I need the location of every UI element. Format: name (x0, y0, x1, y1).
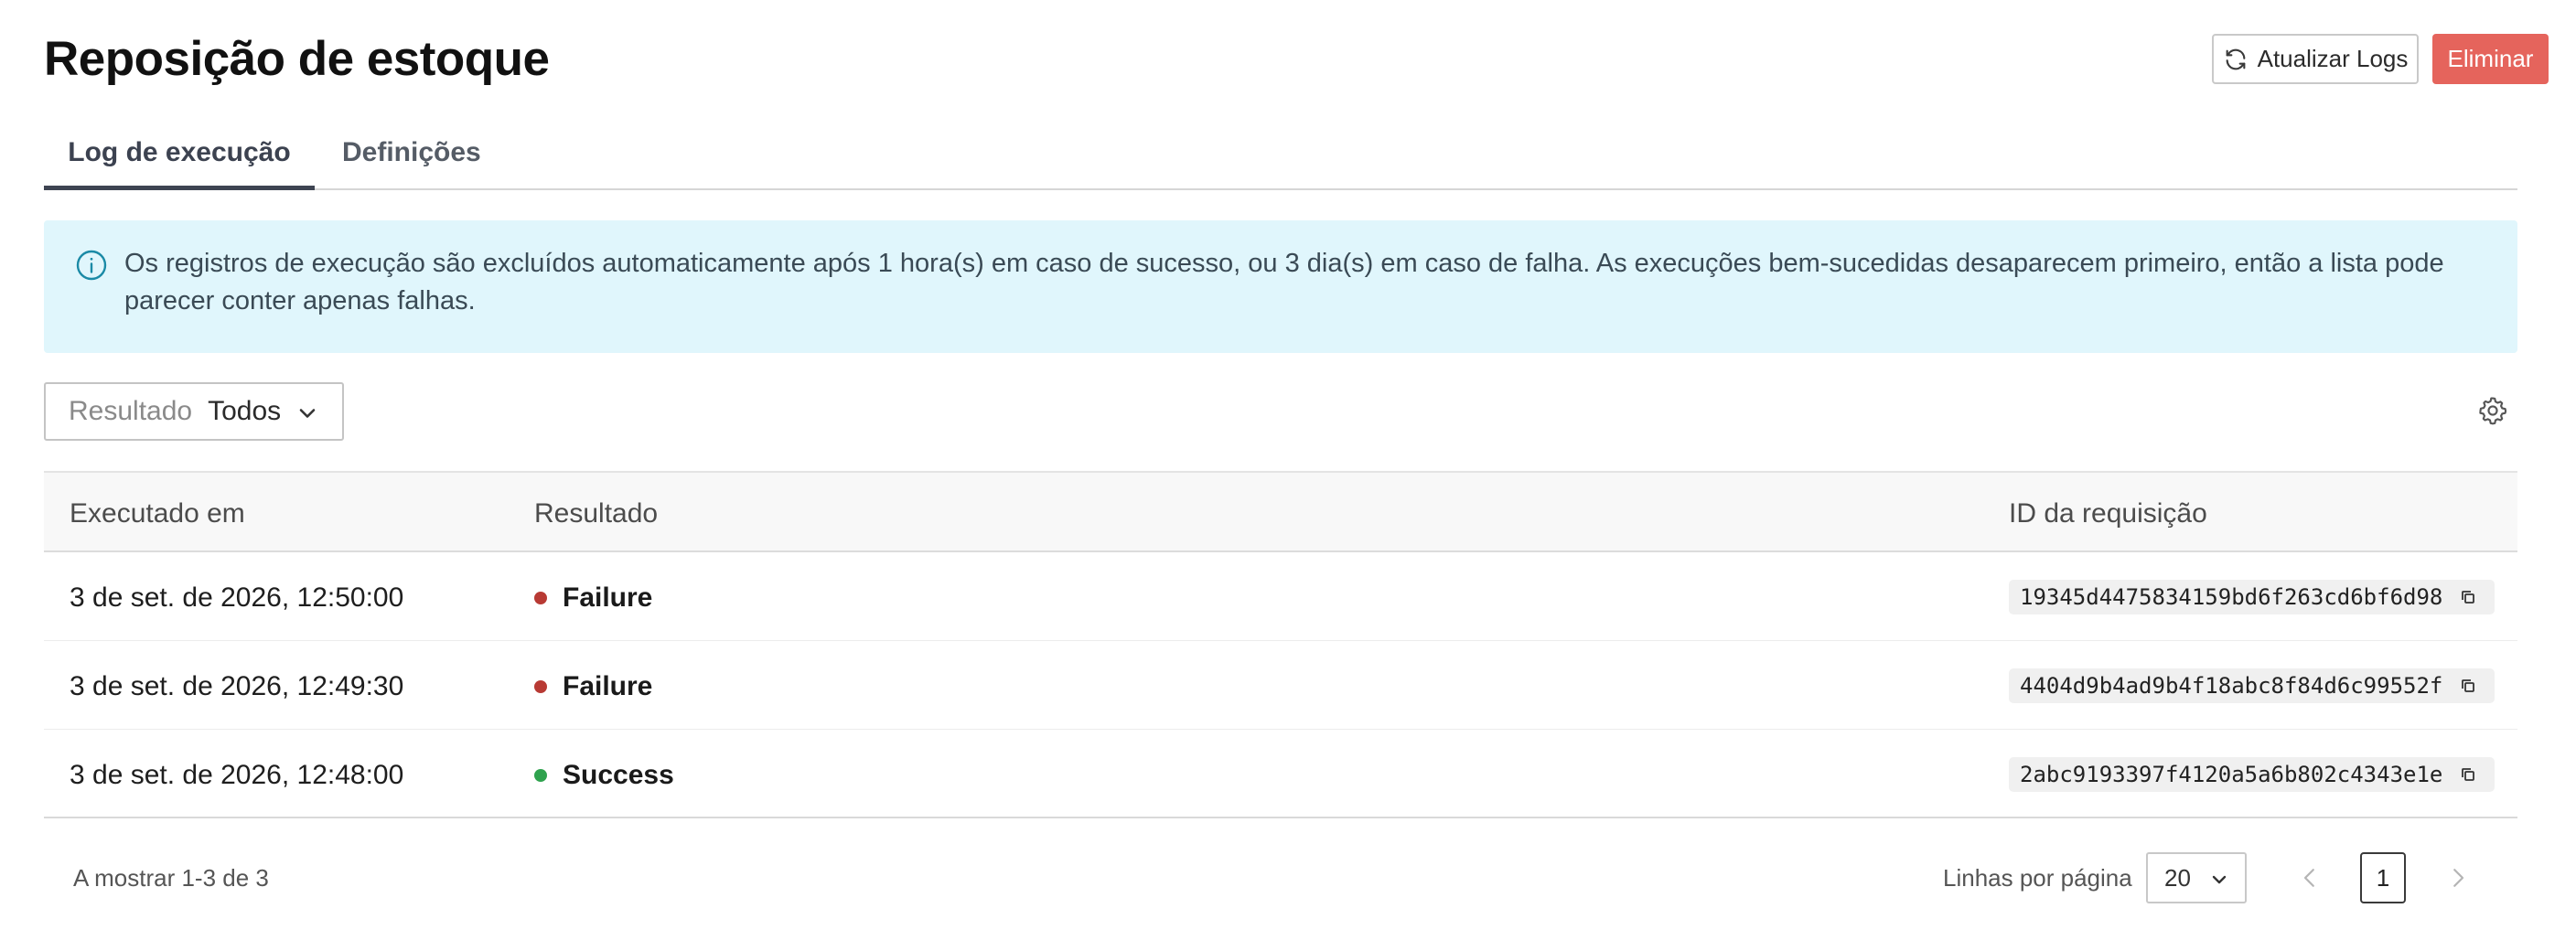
delete-button[interactable]: Eliminar (2432, 34, 2549, 84)
result-filter-dropdown[interactable]: Resultado Todos (44, 382, 344, 441)
execution-log-table: Executado em Resultado ID da requisição … (44, 471, 2517, 818)
tab-settings[interactable]: Definições (342, 137, 488, 190)
gear-icon[interactable] (2477, 395, 2508, 426)
request-id-text: 2abc9193397f4120a5a6b802c4343e1e (2020, 762, 2443, 787)
result-label: Failure (563, 582, 653, 613)
copy-icon[interactable] (2460, 678, 2476, 694)
status-dot (534, 680, 547, 693)
status-dot (534, 769, 547, 782)
request-id-chip: 2abc9193397f4120a5a6b802c4343e1e (2009, 757, 2495, 792)
pagination-summary: A mostrar 1-3 de 3 (73, 864, 269, 892)
refresh-icon (2226, 48, 2245, 69)
table-row: 3 de set. de 2026, 12:48:00 Success 2abc… (44, 730, 2517, 818)
tab-execution-log[interactable]: Log de execução (44, 137, 315, 190)
request-id-chip: 4404d9b4ad9b4f18abc8f84d6c99552f (2009, 668, 2495, 703)
next-page-icon[interactable] (2444, 862, 2472, 893)
column-header-request-id: ID da requisição (2009, 498, 2207, 529)
rows-per-page-label: Linhas por página (1943, 864, 2132, 892)
page-title: Reposição de estoque (44, 32, 550, 86)
chevron-down-icon (299, 409, 316, 418)
info-banner-text: Os registros de execução são excluídos a… (124, 249, 2444, 315)
refresh-logs-label: Atualizar Logs (2257, 45, 2409, 72)
result-cell: Success (534, 760, 674, 791)
result-cell: Failure (534, 671, 652, 702)
table-header: Executado em Resultado ID da requisição (44, 471, 2517, 552)
filter-value: Todos (208, 396, 282, 426)
info-icon (76, 250, 107, 281)
status-dot (534, 592, 547, 604)
copy-icon[interactable] (2460, 589, 2476, 605)
column-header-result: Resultado (534, 498, 659, 529)
table-row: 3 de set. de 2026, 12:49:30 Failure 4404… (44, 641, 2517, 730)
table-row: 3 de set. de 2026, 12:50:00 Failure 1934… (44, 552, 2517, 641)
executed-at-cell: 3 de set. de 2026, 12:50:00 (70, 582, 404, 613)
page-number-button[interactable]: 1 (2360, 852, 2406, 903)
result-label: Success (563, 760, 674, 790)
filter-label: Resultado (69, 396, 193, 426)
tab-bar: Log de execução Definições (44, 137, 2517, 190)
previous-page-icon[interactable] (2296, 862, 2324, 893)
rows-per-page-value: 20 (2164, 863, 2191, 892)
refresh-logs-button[interactable]: Atualizar Logs (2212, 34, 2419, 84)
chevron-down-icon (2212, 875, 2227, 884)
info-banner: Os registros de execução são excluídos a… (44, 220, 2517, 353)
copy-icon[interactable] (2460, 766, 2476, 783)
result-cell: Failure (534, 582, 652, 614)
executed-at-cell: 3 de set. de 2026, 12:49:30 (70, 671, 404, 701)
request-id-chip: 19345d4475834159bd6f263cd6bf6d98 (2009, 580, 2495, 614)
rows-per-page-select[interactable]: 20 (2146, 852, 2247, 903)
executed-at-cell: 3 de set. de 2026, 12:48:00 (70, 760, 404, 790)
result-label: Failure (563, 671, 653, 701)
request-id-text: 4404d9b4ad9b4f18abc8f84d6c99552f (2020, 673, 2443, 699)
request-id-text: 19345d4475834159bd6f263cd6bf6d98 (2020, 584, 2443, 610)
column-header-executed-at: Executado em (70, 498, 245, 529)
